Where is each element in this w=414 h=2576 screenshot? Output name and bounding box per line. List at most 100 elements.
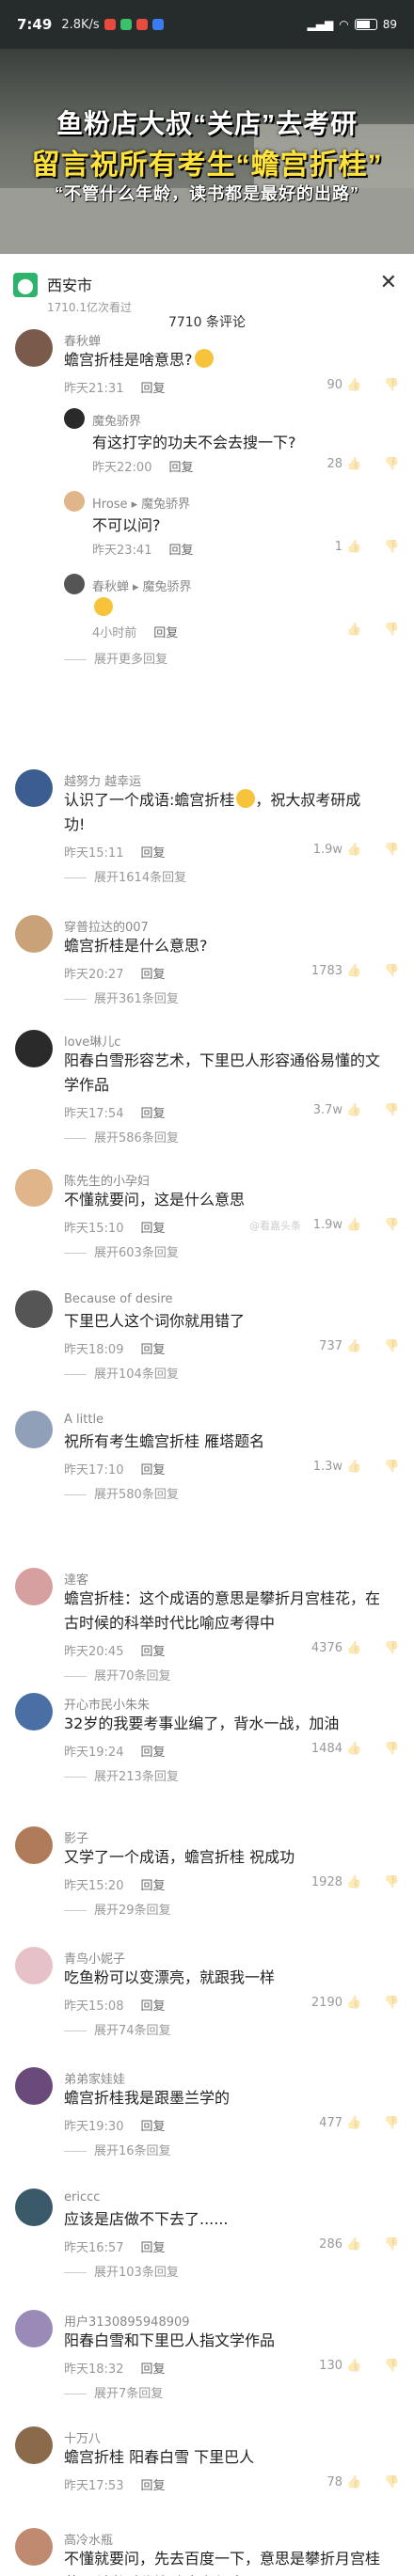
like-icon[interactable]: 👍 [346,1339,361,1354]
reply-avatar[interactable] [64,408,85,429]
reply-button[interactable]: 回复 [153,626,178,640]
reply-button[interactable]: 回复 [140,382,165,396]
reply-button[interactable]: 回复 [168,544,193,558]
expand-replies-button[interactable]: 展开16条回复 [64,2141,171,2158]
dislike-icon[interactable]: 👎 [384,964,399,979]
expand-replies-button[interactable]: 展开580条回复 [64,1484,179,1502]
reply-button[interactable]: 回复 [140,1999,165,2014]
reply-avatar[interactable] [64,574,85,594]
dislike-icon[interactable]: 👎 [384,1103,399,1118]
reply-target[interactable]: 魔兔骄界 [141,498,190,512]
avatar[interactable] [15,329,53,367]
like-icon[interactable]: 👍 [346,1218,361,1233]
comment-author[interactable]: 影子 [64,1828,88,1846]
expand-replies-button[interactable]: 展开74条回复 [64,2020,171,2038]
avatar[interactable] [15,1693,53,1731]
reply-author[interactable]: 魔兔骄界 [92,411,141,429]
like-icon[interactable]: 👍 [346,623,361,638]
dislike-icon[interactable]: 👎 [384,2116,399,2131]
reply-button[interactable]: 回复 [140,968,165,982]
reply-button[interactable]: 回复 [140,1107,165,1121]
reply-button[interactable]: 回复 [140,846,165,861]
like-icon[interactable]: 👍 [346,540,361,555]
like-icon[interactable]: 👍 [346,1103,361,1118]
dislike-icon[interactable]: 👎 [384,1218,399,1233]
like-icon[interactable]: 👍 [346,1742,361,1757]
like-icon[interactable]: 👍 [346,2237,361,2252]
like-icon[interactable]: 👍 [346,1875,361,1890]
comment-author[interactable]: love琳儿c [64,1032,120,1050]
expand-replies-button[interactable]: 展开1614条回复 [64,867,186,885]
reply-author-name[interactable]: Hrose [92,498,128,512]
comment-author[interactable]: 穿普拉达的007 [64,917,149,935]
comment-author[interactable]: 春秋蝉 [64,331,101,349]
comment-author[interactable]: 十万八 [64,2428,101,2446]
avatar[interactable] [15,1169,53,1207]
dislike-icon[interactable]: 👎 [384,843,399,858]
comment-author[interactable]: 开心市民小朱朱 [64,1695,150,1713]
reply-button[interactable]: 回复 [140,1463,165,1478]
comment-author[interactable]: ericcc [64,2190,100,2205]
avatar[interactable] [15,1568,53,1605]
avatar[interactable] [15,1030,53,1067]
reply-button[interactable]: 回复 [140,1222,165,1236]
avatar[interactable] [15,2426,53,2464]
dislike-icon[interactable]: 👎 [384,540,399,555]
expand-replies-button[interactable]: 展开361条回复 [64,988,179,1006]
reply-button[interactable]: 回复 [168,461,193,475]
comment-author[interactable]: 弟弟家娃娃 [64,2069,125,2087]
close-icon[interactable]: ✕ [380,271,397,294]
avatar[interactable] [15,769,53,807]
expand-replies-button[interactable]: 展开586条回复 [64,1128,179,1146]
comment-author[interactable]: 青鸟小妮子 [64,1949,125,1967]
dislike-icon[interactable]: 👎 [384,378,399,393]
like-icon[interactable]: 👍 [346,378,361,393]
dislike-icon[interactable]: 👎 [384,1742,399,1757]
comment-author[interactable]: 用户3130895948909 [64,2312,190,2330]
like-icon[interactable]: 👍 [346,964,361,979]
expand-replies-button[interactable]: 展开7条回复 [64,2383,163,2401]
expand-replies-button[interactable]: 展开29条回复 [64,1900,171,1918]
expand-replies-button[interactable]: 展开213条回复 [64,1766,179,1784]
avatar[interactable] [15,2528,53,2566]
reply-target[interactable]: 魔兔骄界 [143,580,192,594]
like-icon[interactable]: 👍 [346,1641,361,1656]
dislike-icon[interactable]: 👎 [384,623,399,638]
reply-author-name[interactable]: 魔兔骄界 [92,415,141,429]
reply-avatar[interactable] [64,491,85,512]
dislike-icon[interactable]: 👎 [384,1339,399,1354]
reply-button[interactable]: 回复 [140,2241,165,2255]
avatar[interactable] [15,915,53,953]
like-icon[interactable]: 👍 [346,2475,361,2490]
reply-button[interactable]: 回复 [140,1879,165,1893]
avatar[interactable] [15,1947,53,1984]
comment-author[interactable]: 高冷水瓶 [64,2530,113,2548]
expand-replies-button[interactable]: 展开70条回复 [64,1666,171,1683]
reply-button[interactable]: 回复 [140,1645,165,1659]
like-icon[interactable]: 👍 [346,2359,361,2374]
dislike-icon[interactable]: 👎 [384,2237,399,2252]
avatar[interactable] [15,1411,53,1448]
comment-author[interactable]: 達客 [64,1570,88,1588]
like-icon[interactable]: 👍 [346,457,361,472]
reply-button[interactable]: 回复 [140,2479,165,2493]
comment-author[interactable]: Because of desire [64,1292,173,1306]
comment-author[interactable]: 越努力 越幸运 [64,771,141,789]
video-player[interactable]: 鱼粉店大叔“关店”去考研 留言祝所有考生“蟾宫折桂” “不管什么年龄，读书都是最… [0,49,414,254]
expand-replies-button[interactable]: 展开104条回复 [64,1364,179,1382]
like-icon[interactable]: 👍 [346,843,361,858]
reply-button[interactable]: 回复 [140,2363,165,2377]
location-tag[interactable]: ⬤ 西安市 1710.1亿次看过 [13,273,132,315]
dislike-icon[interactable]: 👎 [384,1641,399,1656]
comment-author[interactable]: A little [64,1413,104,1427]
reply-button[interactable]: 回复 [140,1343,165,1357]
dislike-icon[interactable]: 👎 [384,2359,399,2374]
reply-button[interactable]: 回复 [140,1746,165,1760]
dislike-icon[interactable]: 👎 [384,457,399,472]
like-icon[interactable]: 👍 [346,2116,361,2131]
avatar[interactable] [15,2310,53,2347]
expand-replies-button[interactable]: 展开更多回复 [64,649,167,667]
dislike-icon[interactable]: 👎 [384,2475,399,2490]
like-icon[interactable]: 👍 [346,1996,361,2011]
dislike-icon[interactable]: 👎 [384,1460,399,1475]
